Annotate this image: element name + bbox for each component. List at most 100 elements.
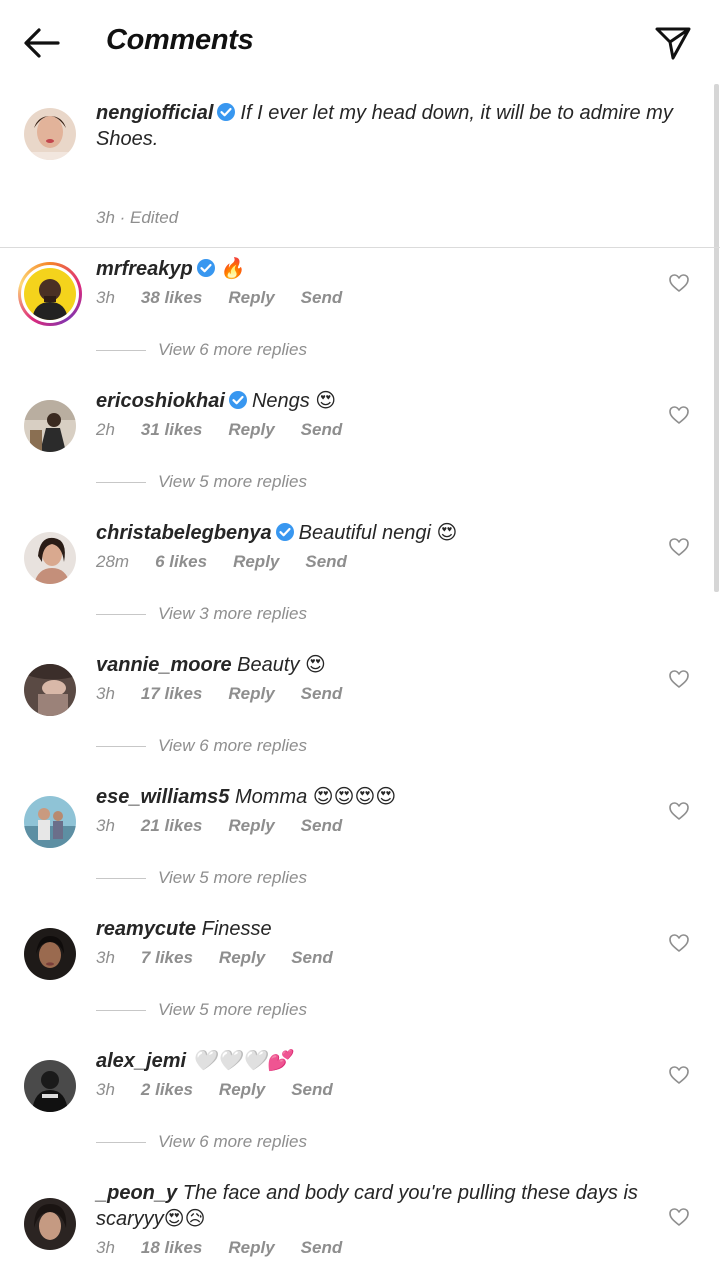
view-more-replies[interactable]: View 3 more replies [96,604,307,624]
comment-text: _peon_y The face and body card you're pu… [96,1180,656,1232]
comment-item: christabelegbenya Beautiful nengi 😍 28m 6 … [0,518,720,650]
send-button[interactable]: Send [291,1080,333,1099]
avatar[interactable] [24,928,76,980]
comment-username[interactable]: christabelegbenya [96,522,272,544]
send-button[interactable]: Send [301,288,343,307]
reply-button[interactable]: Reply [219,1080,265,1099]
view-more-replies[interactable]: View 5 more replies [96,1000,307,1020]
comment-actions: 3h 38 likes Reply Send [96,288,368,308]
verified-badge-icon [196,259,215,277]
avatar-story-ring[interactable] [18,262,82,326]
view-more-label: View 6 more replies [158,736,307,755]
heart-icon[interactable] [668,272,690,294]
comment-likes[interactable]: 38 likes [141,288,202,307]
comment-likes[interactable]: 6 likes [155,552,207,571]
verified-badge-icon [275,523,294,541]
comment-likes[interactable]: 7 likes [141,948,193,967]
heart-icon[interactable] [668,536,690,558]
comment-text: christabelegbenya Beautiful nengi 😍 [96,520,656,546]
reply-button[interactable]: Reply [233,552,279,571]
comment-username[interactable]: mrfreakyp [96,258,193,280]
replies-divider [96,350,146,352]
comment-username[interactable]: _peon_y [96,1182,177,1204]
comment-item: _peon_y The face and body card you're pu… [0,1178,720,1287]
back-arrow-icon[interactable] [22,26,62,60]
comment-time: 3h [96,948,115,967]
replies-divider [96,878,146,880]
comment-text: vannie_moore Beauty 😍 [96,652,656,678]
avatar[interactable] [24,400,76,452]
view-more-replies[interactable]: View 6 more replies [96,1132,307,1152]
view-more-replies[interactable]: View 5 more replies [96,868,307,888]
page-title: Comments [106,24,254,56]
replies-divider [96,1142,146,1144]
reply-button[interactable]: Reply [228,288,274,307]
comment-time: 3h [96,288,115,307]
comment-username[interactable]: ericoshiokhai [96,390,225,412]
comment-text: ese_williams5 Momma 😍😍😍😍 [96,784,656,810]
send-button[interactable]: Send [291,948,333,967]
caption-username[interactable]: nengiofficial [96,102,213,124]
comment-username[interactable]: reamycute [96,918,196,940]
comment-body: Momma 😍😍😍😍 [235,786,397,808]
heart-icon[interactable] [668,1064,690,1086]
view-more-label: View 5 more replies [158,1000,307,1019]
view-more-label: View 6 more replies [158,340,307,359]
caption-text: nengiofficial If I ever let my head down,… [96,100,686,152]
heart-icon[interactable] [668,404,690,426]
send-button[interactable]: Send [301,816,343,835]
heart-icon[interactable] [668,800,690,822]
reply-button[interactable]: Reply [228,684,274,703]
comment-likes[interactable]: 17 likes [141,684,202,703]
avatar [24,268,76,320]
comment-text: ericoshiokhai Nengs 😍 [96,388,656,414]
comment-actions: 3h 21 likes Reply Send [96,816,368,836]
verified-badge-icon [228,391,247,409]
comment-likes[interactable]: 2 likes [141,1080,193,1099]
heart-icon[interactable] [668,1206,690,1228]
comment-actions: 3h 18 likes Reply Send [96,1238,368,1258]
send-button[interactable]: Send [305,552,347,571]
comment-text: reamycute Finesse [96,916,656,942]
avatar[interactable] [24,108,76,160]
comment-item: reamycute Finesse 3h 7 likes Reply Send Vie… [0,914,720,1046]
comment-body: Beauty 😍 [237,654,326,676]
replies-divider [96,614,146,616]
view-more-label: View 6 more replies [158,1132,307,1151]
direct-send-icon[interactable] [654,24,692,62]
view-more-replies[interactable]: View 6 more replies [96,736,307,756]
comment-username[interactable]: alex_jemi [96,1050,186,1072]
reply-button[interactable]: Reply [228,1238,274,1257]
send-button[interactable]: Send [301,1238,343,1257]
verified-badge-icon [217,103,236,121]
header: Comments [0,0,720,86]
comment-text: mrfreakyp 🔥 [96,256,656,282]
view-more-label: View 5 more replies [158,472,307,491]
comment-username[interactable]: vannie_moore [96,654,232,676]
comment-actions: 3h 17 likes Reply Send [96,684,368,704]
reply-button[interactable]: Reply [228,420,274,439]
comment-likes[interactable]: 31 likes [141,420,202,439]
send-button[interactable]: Send [301,420,343,439]
comment-item: mrfreakyp 🔥 3h 38 likes Reply Send View 6 mo… [0,254,720,386]
avatar[interactable] [24,1198,76,1250]
comment-likes[interactable]: 21 likes [141,816,202,835]
avatar[interactable] [24,796,76,848]
reply-button[interactable]: Reply [228,816,274,835]
heart-icon[interactable] [668,932,690,954]
comment-username[interactable]: ese_williams5 [96,786,229,808]
view-more-replies[interactable]: View 5 more replies [96,472,307,492]
comment-actions: 2h 31 likes Reply Send [96,420,368,440]
heart-icon[interactable] [668,668,690,690]
send-button[interactable]: Send [301,684,343,703]
avatar[interactable] [24,664,76,716]
avatar[interactable] [24,532,76,584]
view-more-label: View 3 more replies [158,604,307,623]
comment-body: Beautiful nengi 😍 [298,522,458,544]
avatar[interactable] [24,1060,76,1112]
view-more-replies[interactable]: View 6 more replies [96,340,307,360]
comment-text: alex_jemi 🤍🤍🤍💕 [96,1048,656,1074]
caption-meta: 3h · Edited [96,208,179,227]
reply-button[interactable]: Reply [219,948,265,967]
comment-likes[interactable]: 18 likes [141,1238,202,1257]
